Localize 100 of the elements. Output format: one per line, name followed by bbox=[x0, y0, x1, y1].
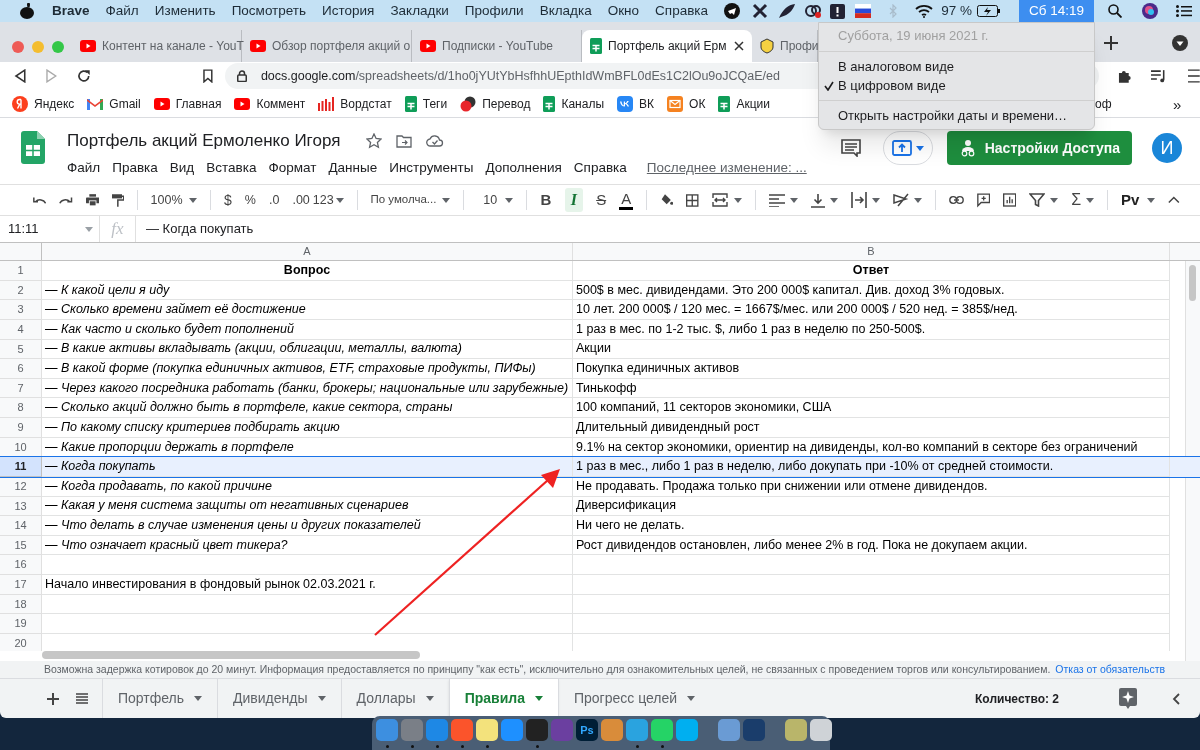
functions-dropdown[interactable]: Σ bbox=[1071, 188, 1095, 212]
battery-icon[interactable] bbox=[977, 5, 1001, 17]
bookmark[interactable]: Вордстат bbox=[318, 94, 392, 113]
search-icon[interactable] bbox=[1108, 4, 1122, 18]
close-window-button[interactable] bbox=[12, 41, 24, 53]
row-header[interactable]: 9 bbox=[0, 418, 42, 438]
row-header[interactable]: 15 bbox=[0, 535, 42, 556]
disclaimer-link[interactable]: Отказ от обязательств bbox=[1055, 661, 1166, 678]
merge-cells-icon[interactable] bbox=[711, 193, 728, 207]
empty-cell[interactable] bbox=[573, 555, 1170, 575]
app-icon[interactable] bbox=[476, 719, 498, 741]
row-header[interactable]: 6 bbox=[0, 359, 42, 379]
close-icon[interactable] bbox=[734, 41, 744, 51]
vertical-scrollbar[interactable] bbox=[1185, 261, 1200, 661]
menu-item[interactable]: Закладки bbox=[390, 0, 449, 22]
app-menu[interactable]: Brave bbox=[52, 0, 90, 22]
row-header[interactable]: 13 bbox=[0, 496, 42, 517]
app-icon[interactable] bbox=[601, 719, 623, 741]
playlist-icon[interactable] bbox=[1150, 69, 1167, 83]
row-header[interactable]: 1 bbox=[0, 261, 42, 281]
sheet-tab[interactable]: Правила bbox=[448, 679, 558, 718]
menu-item[interactable]: Открыть настройки даты и времени… bbox=[819, 106, 1094, 126]
last-edit-link[interactable]: Последнее изменение: ... bbox=[646, 157, 807, 178]
percent-button[interactable]: % bbox=[244, 190, 256, 210]
comment-icon[interactable] bbox=[840, 139, 861, 157]
add-comment-icon[interactable] bbox=[976, 192, 990, 208]
move-folder-icon[interactable] bbox=[396, 133, 413, 148]
app-icon[interactable] bbox=[676, 719, 698, 741]
bookmark[interactable]: Коммент bbox=[234, 94, 306, 113]
filter-icon[interactable] bbox=[1029, 193, 1046, 207]
row-header[interactable]: 18 bbox=[0, 594, 42, 615]
flag-icon[interactable] bbox=[855, 4, 872, 18]
currency-button[interactable]: $ bbox=[224, 189, 232, 211]
menu-item[interactable]: Вид bbox=[169, 157, 195, 178]
list-icon[interactable] bbox=[1176, 5, 1192, 17]
menu-item[interactable]: Данные bbox=[328, 157, 378, 178]
empty-cell[interactable] bbox=[573, 594, 1170, 615]
all-sheets-icon[interactable] bbox=[76, 693, 88, 704]
menu-item[interactable]: Окно bbox=[607, 0, 640, 22]
strikethrough-button[interactable]: S bbox=[596, 188, 607, 212]
alert-icon[interactable] bbox=[830, 3, 846, 19]
more-bookmarks-button[interactable]: » bbox=[1173, 94, 1182, 117]
paper-plane-icon[interactable] bbox=[724, 3, 741, 19]
app-icon[interactable] bbox=[810, 719, 832, 741]
menu-item[interactable]: Вкладка bbox=[539, 0, 592, 22]
row-header[interactable]: 5 bbox=[0, 339, 42, 360]
menu-icon[interactable] bbox=[1188, 69, 1200, 83]
share-button[interactable]: Настройки Доступа bbox=[946, 131, 1132, 165]
menu-item[interactable]: Вставка bbox=[206, 157, 257, 178]
menu-item[interactable]: Посмотреть bbox=[231, 0, 307, 22]
row-header[interactable]: 4 bbox=[0, 319, 42, 340]
text-color-button[interactable]: A bbox=[619, 190, 634, 210]
bookmark[interactable]: Теги bbox=[404, 94, 448, 113]
menu-item[interactable]: Инструменты bbox=[389, 157, 474, 178]
menu-item[interactable]: Изменить bbox=[154, 0, 216, 22]
browser-tab[interactable]: Портфель акций Ерм bbox=[582, 30, 752, 62]
paint-format-icon[interactable] bbox=[112, 192, 124, 208]
redo-icon[interactable] bbox=[59, 195, 73, 205]
borders-icon[interactable] bbox=[686, 192, 699, 208]
feather-icon[interactable] bbox=[778, 3, 797, 19]
document-title[interactable]: Портфель акций Ермоленко Игоря bbox=[67, 128, 341, 154]
align-left-icon[interactable] bbox=[768, 193, 785, 207]
zoom-dropdown[interactable]: 100% bbox=[150, 190, 198, 210]
font-dropdown[interactable]: По умолча... bbox=[370, 191, 451, 209]
row-header[interactable]: 11 bbox=[0, 457, 42, 477]
bookmark[interactable]: Акции bbox=[718, 94, 770, 113]
wifi-icon[interactable] bbox=[915, 4, 934, 18]
menu-item[interactable]: Профили bbox=[464, 0, 524, 22]
decrease-decimals-button[interactable]: .0 bbox=[268, 190, 280, 210]
sheets-logo-icon[interactable] bbox=[21, 131, 45, 164]
number-format-dropdown[interactable]: 123 bbox=[312, 190, 344, 210]
star-icon[interactable] bbox=[366, 132, 383, 149]
cloud-check-icon[interactable] bbox=[426, 134, 445, 148]
scrollbar-thumb[interactable] bbox=[42, 651, 420, 659]
undo-icon[interactable] bbox=[33, 195, 47, 205]
add-sheet-icon[interactable] bbox=[47, 692, 59, 705]
app-icon[interactable]: Ps bbox=[576, 719, 598, 741]
row-header[interactable]: 7 bbox=[0, 378, 42, 399]
input-tools-dropdown[interactable]: Pv bbox=[1120, 188, 1156, 212]
bookmark[interactable]: Каналы bbox=[543, 94, 605, 113]
cross-icon[interactable] bbox=[752, 3, 769, 19]
bookmark[interactable]: Яндекс bbox=[12, 94, 75, 113]
bookmark[interactable]: ВК bbox=[617, 94, 655, 113]
row-header[interactable]: 19 bbox=[0, 614, 42, 634]
bookmark-icon[interactable] bbox=[203, 69, 213, 83]
name-box[interactable]: 11:11 bbox=[0, 216, 100, 242]
row-header[interactable]: 10 bbox=[0, 437, 42, 458]
column-header[interactable]: B bbox=[573, 243, 1170, 260]
app-icon[interactable] bbox=[785, 719, 807, 741]
fill-color-icon[interactable] bbox=[660, 192, 674, 208]
menu-item[interactable]: История bbox=[322, 0, 375, 22]
chart-icon[interactable] bbox=[1002, 192, 1017, 208]
row-header[interactable]: 16 bbox=[0, 555, 42, 575]
bookmark[interactable]: ОК bbox=[667, 94, 706, 113]
menu-item[interactable]: Правка bbox=[112, 157, 158, 178]
avatar[interactable]: И bbox=[1152, 133, 1182, 163]
reload-icon[interactable] bbox=[77, 69, 92, 83]
puzzle-icon[interactable] bbox=[1117, 68, 1133, 84]
scrollbar-thumb[interactable] bbox=[1189, 265, 1196, 301]
link-icon[interactable] bbox=[948, 195, 964, 205]
